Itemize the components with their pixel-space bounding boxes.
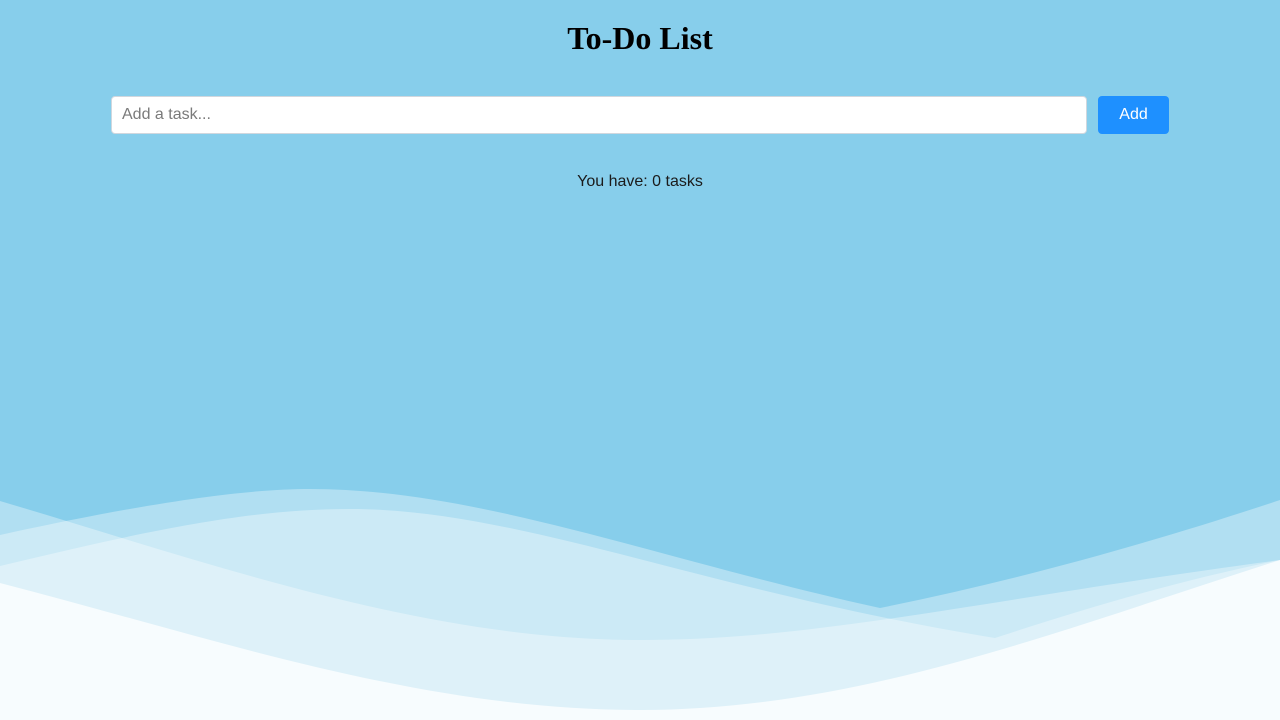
task-count-text: You have: 0 tasks [577, 173, 703, 190]
add-task-form: Add [111, 96, 1169, 134]
add-button[interactable]: Add [1098, 96, 1169, 134]
page-title: To-Do List [567, 20, 713, 56]
task-input[interactable] [111, 96, 1087, 134]
